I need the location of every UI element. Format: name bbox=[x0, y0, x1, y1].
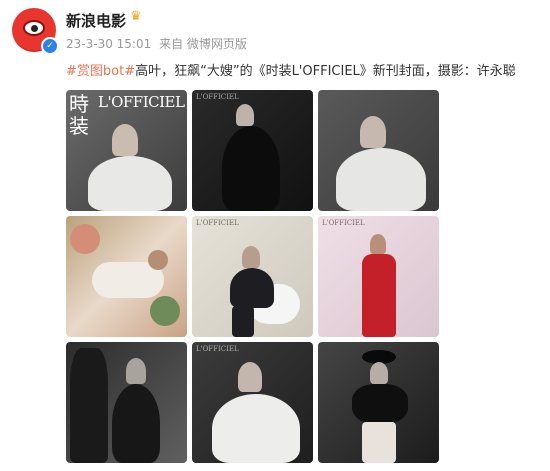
flowers-decor bbox=[70, 224, 100, 254]
figure-body bbox=[222, 126, 280, 211]
crown-icon: ♛ bbox=[130, 9, 142, 24]
post-source: 来自 微博网页版 bbox=[159, 37, 247, 51]
post-text: #赏图bot#高叶，狂飙“大嫂”的《时装L'OFFICIEL》新刊封面，摄影：许… bbox=[66, 60, 516, 79]
photo-6[interactable]: L'OFFICIEL bbox=[318, 216, 439, 337]
photo-4[interactable] bbox=[66, 216, 187, 337]
figure-head bbox=[360, 116, 386, 148]
figure-body bbox=[212, 394, 300, 463]
figure-skirt bbox=[362, 422, 396, 463]
hashtag-link[interactable]: #赏图bot# bbox=[66, 64, 135, 79]
sina-eye-logo bbox=[23, 20, 45, 36]
cover-title-line1: 時 bbox=[69, 92, 89, 116]
cover-title-line2: 装 bbox=[69, 114, 89, 138]
figure-body bbox=[352, 384, 408, 424]
photo-3[interactable] bbox=[318, 90, 439, 211]
flowers-decor bbox=[150, 296, 180, 326]
verified-badge-icon: ✓ bbox=[41, 37, 59, 55]
figure-head bbox=[370, 234, 386, 254]
photo-2[interactable]: L'OFFICIEL bbox=[192, 90, 313, 211]
photo-9[interactable] bbox=[318, 342, 439, 463]
figure-body bbox=[336, 148, 426, 211]
figure-head bbox=[126, 358, 146, 384]
photo-7[interactable] bbox=[66, 342, 187, 463]
figure-body bbox=[112, 384, 160, 463]
figure-head bbox=[370, 362, 388, 384]
figure-body bbox=[362, 254, 396, 337]
photo-8[interactable]: L'OFFICIEL bbox=[192, 342, 313, 463]
cover-brand: L'OFFICIEL bbox=[98, 93, 185, 111]
photo-watermark: L'OFFICIEL bbox=[322, 219, 365, 227]
photo-watermark: L'OFFICIEL bbox=[196, 345, 239, 353]
photo-5[interactable]: L'OFFICIEL bbox=[192, 216, 313, 337]
figure-head bbox=[148, 250, 168, 270]
figure-head bbox=[236, 104, 254, 126]
figure-head bbox=[112, 124, 138, 156]
figure-head bbox=[242, 246, 260, 268]
post-body: 高叶，狂飙“大嫂”的《时装L'OFFICIEL》新刊封面，摄影：许永聪 bbox=[135, 64, 516, 79]
account-name[interactable]: 新浪电影 bbox=[66, 10, 126, 31]
figure-shadow bbox=[70, 348, 108, 463]
figure-body bbox=[88, 156, 172, 211]
figure-head bbox=[238, 362, 262, 392]
photo-grid: 時 装 L'OFFICIEL L'OFFICIEL L'OFFICIEL L'O… bbox=[66, 90, 440, 463]
post-time[interactable]: 23-3-30 15:01 bbox=[66, 37, 151, 51]
photo-watermark: L'OFFICIEL bbox=[196, 93, 239, 101]
photo-watermark: L'OFFICIEL bbox=[196, 219, 239, 227]
figure-body bbox=[230, 268, 274, 308]
photo-1-cover[interactable]: 時 装 L'OFFICIEL bbox=[66, 90, 187, 211]
post-meta: 23-3-30 15:01 来自 微博网页版 bbox=[66, 35, 251, 52]
figure-legs bbox=[232, 306, 254, 337]
